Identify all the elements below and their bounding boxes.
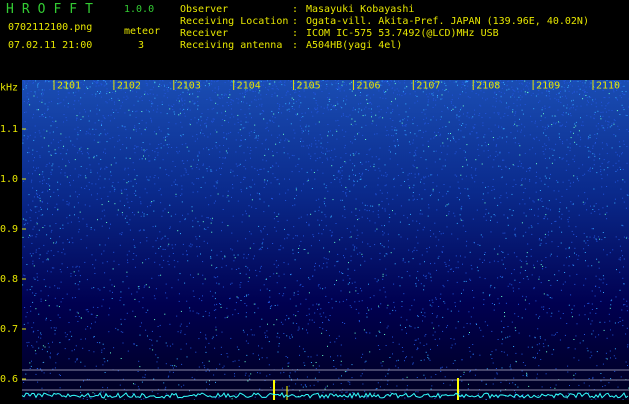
time-tick-label: 2104 (237, 80, 261, 91)
app-version: 1.0.0 (124, 4, 154, 15)
file-name: 0702112100.png (8, 22, 92, 33)
time-tick-label: 2107 (416, 80, 440, 91)
meta-key: Observer (180, 4, 292, 15)
frequency-tick-label: 0.9 (0, 224, 18, 235)
time-tick-label: 2103 (177, 80, 201, 91)
time-tick-label: 2101 (57, 80, 81, 91)
meta-row-receiver: Receiver:ICOM IC-575 53.7492(@LCD)MHz US… (180, 28, 499, 39)
meta-key: Receiving Location (180, 16, 292, 27)
file-datetime: 07.02.11 21:00 (8, 40, 92, 51)
meta-key: Receiver (180, 28, 292, 39)
time-tick-label: 2106 (356, 80, 380, 91)
time-tick-label: 2110 (596, 80, 620, 91)
frequency-tick-label: 0.8 (0, 274, 18, 285)
meta-key: Receiving antenna (180, 40, 292, 51)
meta-row-location: Receiving Location:Ogata-vill. Akita-Pre… (180, 16, 589, 27)
time-tick-label: 2108 (476, 80, 500, 91)
frequency-tick-label: 0.7 (0, 324, 18, 335)
time-tick-label: 2109 (536, 80, 560, 91)
meta-value: Ogata-vill. Akita-Pref. JAPAN (139.96E, … (306, 16, 589, 27)
time-tick-label: 2102 (117, 80, 141, 91)
meta-value: Masayuki Kobayashi (306, 4, 414, 15)
meta-value: ICOM IC-575 53.7492(@LCD)MHz USB (306, 28, 499, 39)
header-panel: HROFFT 1.0.0 0702112100.png meteor 07.02… (0, 0, 629, 80)
spectrogram: kHz 1.1 1.0 0.9 0.8 0.7 0.6 2101 2102 2103 2104 2… (0, 80, 629, 400)
meta-value: A504HB(yagi 4el) (306, 40, 402, 51)
app-title: HROFFT (6, 2, 101, 17)
frequency-tick-label: 1.0 (0, 174, 18, 185)
frequency-tick-label: 0.6 (0, 374, 18, 385)
frequency-tick-label: 1.1 (0, 124, 18, 135)
meteor-label: meteor (124, 26, 160, 37)
spectrogram-panel: kHz 1.1 1.0 0.9 0.8 0.7 0.6 2101 2102 2103 2104 2… (0, 80, 629, 400)
time-tick-label: 2105 (297, 80, 321, 91)
axis-unit-label: kHz (0, 82, 18, 93)
meta-row-antenna: Receiving antenna:A504HB(yagi 4el) (180, 40, 402, 51)
spectrum-background (22, 80, 629, 400)
meteor-count: 3 (138, 40, 144, 51)
meta-row-observer: Observer:Masayuki Kobayashi (180, 4, 414, 15)
